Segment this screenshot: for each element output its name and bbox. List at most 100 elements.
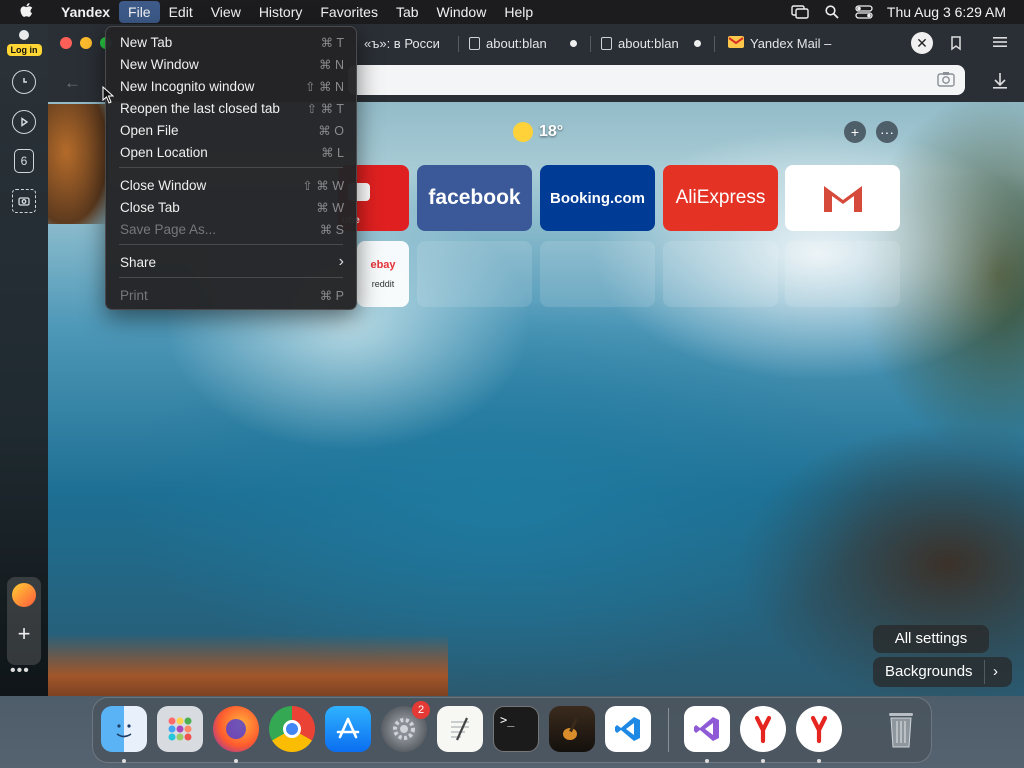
system-settings-icon[interactable]: 2 bbox=[381, 701, 430, 752]
sidebar-apps-panel: + bbox=[7, 577, 41, 665]
firefox-globe-icon bbox=[226, 719, 246, 739]
tab-about-blank-1[interactable]: about:blan bbox=[469, 30, 587, 56]
running-indicator bbox=[761, 759, 765, 763]
menu-item-close-tab[interactable]: Close Tab ⌘ W bbox=[120, 197, 344, 217]
play-icon[interactable] bbox=[12, 110, 36, 134]
control-center-icon[interactable] bbox=[855, 5, 873, 19]
menu-item-share[interactable]: Share › bbox=[120, 252, 344, 272]
tile-aliexpress[interactable]: AliExpress bbox=[663, 165, 778, 231]
menu-app-name[interactable]: Yandex bbox=[52, 1, 119, 23]
menu-item-shortcut: ⌘ W bbox=[316, 200, 344, 215]
menu-item-reopen-tab[interactable]: Reopen the last closed tab ⇧ ⌘ T bbox=[120, 98, 344, 118]
menu-edit[interactable]: Edit bbox=[160, 1, 202, 23]
menu-item-save-page: Save Page As... ⌘ S bbox=[120, 219, 344, 239]
menu-item-print: Print ⌘ P bbox=[120, 285, 344, 305]
chevron-right-icon[interactable]: › bbox=[984, 660, 1006, 684]
running-indicator bbox=[234, 759, 238, 763]
menu-history[interactable]: History bbox=[250, 1, 312, 23]
weather-widget[interactable]: 18° bbox=[513, 122, 563, 142]
mini-tile-label: reddit bbox=[371, 279, 395, 289]
tile-empty[interactable] bbox=[663, 241, 778, 307]
menu-help[interactable]: Help bbox=[495, 1, 542, 23]
menu-favorites[interactable]: Favorites bbox=[311, 1, 387, 23]
backgrounds-button[interactable]: Backgrounds › bbox=[873, 657, 1012, 687]
all-settings-button[interactable]: All settings bbox=[873, 625, 989, 653]
app-store-icon[interactable] bbox=[325, 706, 371, 752]
tile-empty[interactable] bbox=[540, 241, 655, 307]
back-arrow-icon[interactable]: ← bbox=[64, 73, 81, 93]
tile-aliexpress-label: AliExpress bbox=[675, 187, 766, 208]
login-button[interactable]: Log in bbox=[4, 30, 44, 58]
history-icon[interactable] bbox=[12, 70, 36, 94]
chrome-icon[interactable] bbox=[269, 706, 315, 752]
menu-item-open-file[interactable]: Open File ⌘ O bbox=[120, 120, 344, 140]
visual-studio-icon[interactable] bbox=[684, 706, 730, 752]
tile-folder[interactable]: ebay reddit bbox=[357, 241, 409, 307]
background-rocks bbox=[48, 104, 108, 224]
launchpad-icon[interactable] bbox=[157, 706, 203, 752]
menu-item-shortcut: ⌘ O bbox=[318, 123, 344, 138]
camera-search-icon[interactable] bbox=[937, 71, 955, 92]
menu-window[interactable]: Window bbox=[428, 1, 496, 23]
menu-item-shortcut: ⇧ ⌘ W bbox=[302, 178, 344, 193]
garageband-icon[interactable] bbox=[549, 706, 595, 752]
menu-tab[interactable]: Tab bbox=[387, 1, 428, 23]
window-close-button[interactable] bbox=[60, 37, 72, 49]
finder-icon[interactable] bbox=[101, 706, 147, 752]
tile-facebook[interactable]: facebook bbox=[417, 165, 532, 231]
tile-gmail[interactable] bbox=[785, 165, 900, 231]
tile-booking[interactable]: Booking.com bbox=[540, 165, 655, 231]
more-options-icon[interactable]: ••• bbox=[10, 662, 30, 680]
background-rocks-bottom bbox=[48, 634, 448, 696]
alice-assistant-icon[interactable] bbox=[12, 583, 36, 607]
weather-sun-icon bbox=[513, 122, 533, 142]
screenshot-icon[interactable] bbox=[12, 189, 36, 213]
hamburger-menu-icon[interactable] bbox=[993, 35, 1007, 54]
menu-clock[interactable]: Thu Aug 3 6:29 AM bbox=[887, 4, 1006, 20]
tab-label: «ъ»: в Росси bbox=[364, 35, 440, 51]
menu-item-label: Save Page As... bbox=[120, 221, 217, 237]
macos-menu-bar: Yandex File Edit View History Favorites … bbox=[0, 0, 1024, 24]
menu-item-new-incognito[interactable]: New Incognito window ⇧ ⌘ N bbox=[120, 76, 344, 96]
tab-news[interactable]: «ъ»: в Росси bbox=[364, 30, 456, 56]
menu-item-new-window[interactable]: New Window ⌘ N bbox=[120, 54, 344, 74]
tab-count-button[interactable]: 6 bbox=[14, 149, 34, 173]
firefox-icon[interactable] bbox=[213, 706, 259, 752]
textedit-icon[interactable] bbox=[437, 706, 483, 752]
apple-menu-icon[interactable] bbox=[0, 2, 52, 22]
menu-item-shortcut: ⌘ S bbox=[319, 222, 344, 237]
tab-yandex-mail[interactable]: Yandex Mail – bbox=[728, 30, 840, 56]
document-icon bbox=[469, 36, 480, 50]
tab-about-blank-2[interactable]: about:blan bbox=[601, 30, 711, 56]
dock: 2 >_ bbox=[92, 697, 932, 763]
download-icon[interactable] bbox=[992, 72, 1008, 95]
window-minimize-button[interactable] bbox=[80, 37, 92, 49]
menu-item-close-window[interactable]: Close Window ⇧ ⌘ W bbox=[120, 175, 344, 195]
terminal-icon[interactable]: >_ bbox=[493, 706, 539, 752]
menu-item-label: Open File bbox=[120, 122, 179, 138]
add-sidebar-app-icon[interactable]: + bbox=[7, 621, 41, 647]
menu-view[interactable]: View bbox=[202, 1, 250, 23]
menu-item-open-location[interactable]: Open Location ⌘ L bbox=[120, 142, 344, 162]
add-tile-icon[interactable]: + bbox=[844, 121, 866, 143]
tab-label: Yandex Mail – bbox=[750, 35, 832, 51]
close-tab-icon[interactable]: ✕ bbox=[911, 32, 933, 54]
tile-empty[interactable] bbox=[785, 241, 900, 307]
address-bar[interactable] bbox=[348, 65, 965, 95]
screen-mirroring-icon[interactable] bbox=[791, 5, 809, 19]
yandex-browser-icon[interactable] bbox=[796, 706, 842, 752]
spotlight-search-icon[interactable] bbox=[823, 5, 841, 19]
vscode-icon[interactable] bbox=[605, 706, 651, 752]
tile-empty[interactable] bbox=[417, 241, 532, 307]
bookmarks-icon[interactable] bbox=[948, 35, 964, 56]
menu-file[interactable]: File bbox=[119, 1, 160, 23]
yandex-browser-icon[interactable] bbox=[740, 706, 786, 752]
trash-icon[interactable] bbox=[878, 706, 924, 752]
browser-sidebar: Log in 6 + ••• bbox=[0, 24, 48, 696]
menu-item-shortcut: ⌘ T bbox=[320, 35, 344, 50]
menu-item-new-tab[interactable]: New Tab ⌘ T bbox=[120, 32, 344, 52]
tiles-more-icon[interactable]: ··· bbox=[876, 121, 898, 143]
notification-badge: 2 bbox=[412, 701, 430, 719]
menu-item-shortcut: ⌘ P bbox=[319, 288, 344, 303]
running-indicator bbox=[817, 759, 821, 763]
